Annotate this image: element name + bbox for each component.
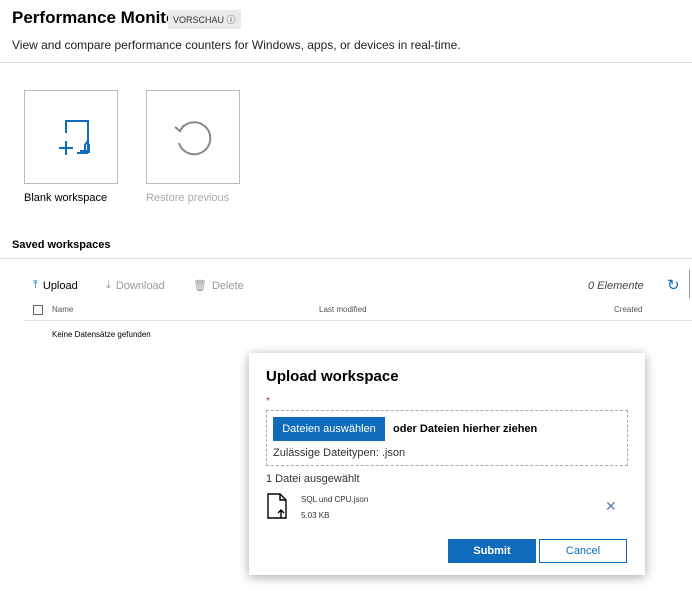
item-count: 0 Elemente <box>588 280 644 292</box>
download-button[interactable]: ⤓ Download <box>106 279 165 292</box>
choose-files-button[interactable]: Dateien auswählen <box>273 417 385 441</box>
empty-message: Keine Datensätze gefunden <box>52 330 151 339</box>
page-subtitle: View and compare performance counters fo… <box>12 38 461 52</box>
upload-icon: ⤒ <box>33 279 38 291</box>
saved-workspaces-heading: Saved workspaces <box>12 239 111 251</box>
drop-zone[interactable]: Dateien auswählen oder Dateien hierher z… <box>266 410 628 466</box>
divider <box>0 62 692 63</box>
required-marker: * <box>266 396 270 407</box>
column-last-modified[interactable]: Last modified <box>319 305 367 314</box>
download-icon: ⤓ <box>106 279 111 291</box>
restore-previous-tile[interactable] <box>146 90 240 184</box>
selected-count: 1 Datei ausgewählt <box>266 473 360 485</box>
divider <box>0 258 692 259</box>
page-title: Performance Monitor <box>12 8 183 27</box>
upload-dialog: Upload workspace * Dateien auswählen ode… <box>249 353 645 575</box>
remove-file-icon[interactable]: ✕ <box>605 498 617 515</box>
drag-hint: oder Dateien hierher ziehen <box>393 423 538 435</box>
file-size: 5.03 KB <box>301 511 330 520</box>
file-upload-icon <box>267 493 287 519</box>
allowed-types: Zulässige Dateitypen: .json <box>273 447 406 459</box>
dialog-title: Upload workspace <box>266 368 399 385</box>
blank-workspace-label: Blank workspace <box>24 192 108 204</box>
upload-button[interactable]: ⤒ Upload <box>33 279 78 292</box>
select-all-checkbox[interactable] <box>33 305 43 315</box>
restore-previous-label: Restore previous <box>146 192 230 204</box>
preview-badge[interactable]: VORSCHAU ⓘ <box>168 10 241 29</box>
divider <box>24 320 692 321</box>
column-name[interactable]: Name <box>52 305 73 314</box>
upload-label: Upload <box>42 279 78 292</box>
delete-label: Delete <box>211 279 244 292</box>
column-created[interactable]: Created <box>614 305 642 314</box>
submit-button[interactable]: Submit <box>448 539 536 563</box>
refresh-icon[interactable]: ↻ <box>667 276 680 294</box>
restore-icon <box>174 121 212 156</box>
blank-workspace-tile[interactable] <box>24 90 118 184</box>
download-label: Download <box>115 279 165 292</box>
delete-button[interactable]: 🗑 Delete <box>193 279 244 293</box>
cancel-button[interactable]: Cancel <box>539 539 627 563</box>
file-name: SQL und CPU.json <box>301 495 369 504</box>
new-workspace-icon <box>59 120 90 155</box>
trash-icon: 🗑 <box>193 280 207 292</box>
